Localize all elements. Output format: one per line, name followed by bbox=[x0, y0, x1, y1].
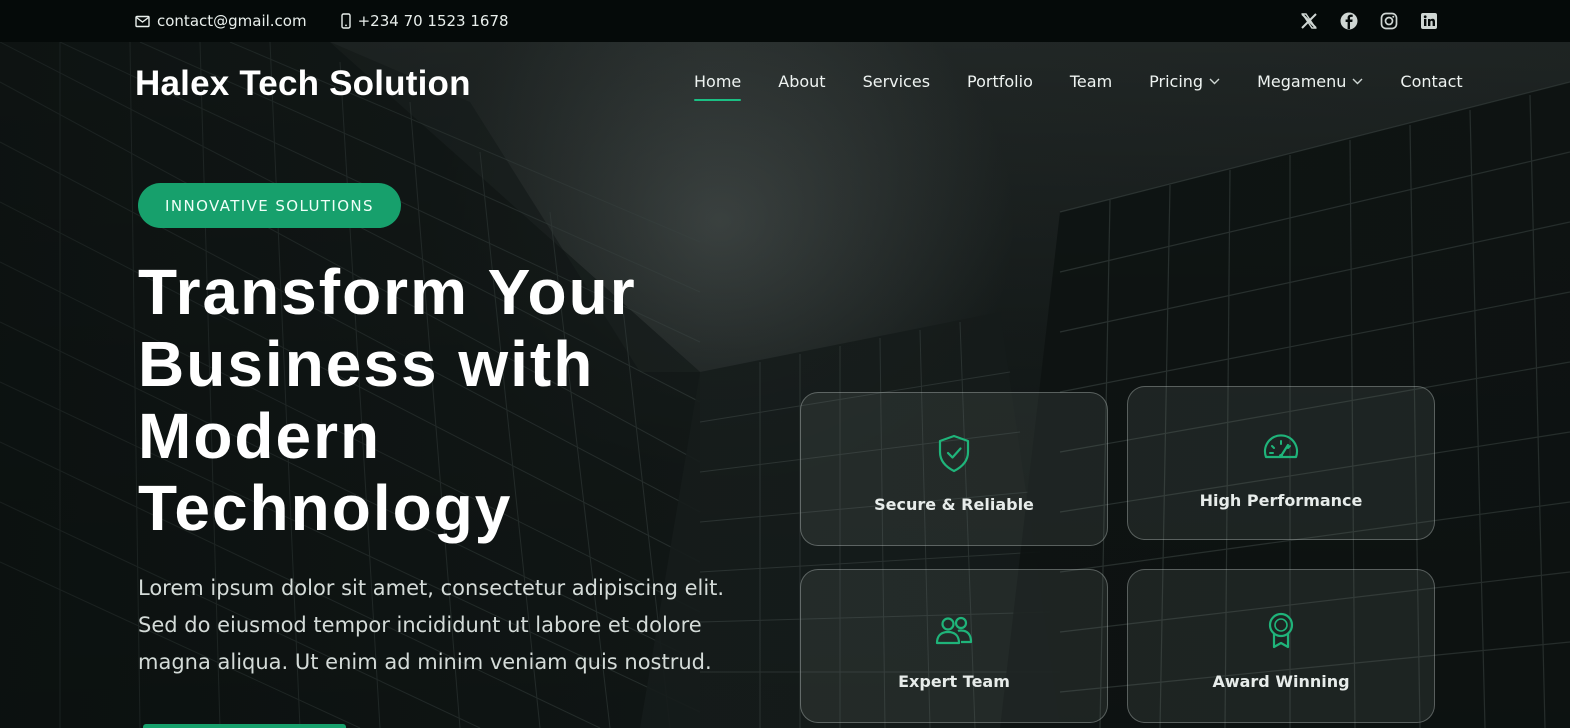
nav-item-about[interactable]: About bbox=[778, 72, 825, 101]
feature-card-secure[interactable]: Secure & Reliable bbox=[800, 392, 1108, 546]
feature-card-award[interactable]: Award Winning bbox=[1127, 569, 1435, 723]
shield-check-icon bbox=[934, 433, 974, 473]
nav-item-services[interactable]: Services bbox=[863, 72, 930, 101]
contact-info: contact@gmail.com +234 70 1523 1678 bbox=[135, 12, 509, 30]
feature-card-team[interactable]: Expert Team bbox=[800, 569, 1108, 723]
top-contact-bar: contact@gmail.com +234 70 1523 1678 bbox=[0, 0, 1570, 42]
phone-contact[interactable]: +234 70 1523 1678 bbox=[340, 12, 509, 30]
feature-title: Award Winning bbox=[1212, 672, 1350, 691]
nav-item-pricing[interactable]: Pricing bbox=[1149, 72, 1220, 101]
social-links bbox=[1300, 12, 1438, 30]
mobile-phone-icon bbox=[340, 13, 351, 29]
hero-description: Lorem ipsum dolor sit amet, consectetur … bbox=[138, 576, 725, 674]
chevron-down-icon bbox=[1209, 75, 1220, 88]
email-contact[interactable]: contact@gmail.com bbox=[135, 12, 307, 30]
people-icon bbox=[934, 610, 974, 650]
chevron-down-icon bbox=[1352, 75, 1363, 88]
main-nav: Home About Services Portfolio Team Prici… bbox=[694, 72, 1463, 101]
phone-text: +234 70 1523 1678 bbox=[357, 12, 509, 30]
feature-card-performance[interactable]: High Performance bbox=[1127, 386, 1435, 540]
feature-title: Expert Team bbox=[898, 672, 1010, 691]
facebook-icon[interactable] bbox=[1340, 12, 1358, 30]
hero-badge: INNOVATIVE SOLUTIONS bbox=[138, 183, 401, 228]
speedometer-icon bbox=[1261, 429, 1301, 469]
x-twitter-icon[interactable] bbox=[1300, 12, 1318, 30]
linkedin-icon[interactable] bbox=[1420, 12, 1438, 30]
nav-item-home[interactable]: Home bbox=[694, 72, 742, 101]
headline-line: Transform Your bbox=[138, 256, 637, 328]
headline-line: Modern bbox=[138, 400, 382, 472]
instagram-icon[interactable] bbox=[1380, 12, 1398, 30]
feature-title: High Performance bbox=[1199, 491, 1363, 510]
email-text: contact@gmail.com bbox=[157, 12, 307, 30]
site-header: Halex Tech Solution Home About Services … bbox=[0, 42, 1570, 126]
headline-line: Business with bbox=[138, 328, 595, 400]
nav-item-megamenu[interactable]: Megamenu bbox=[1257, 72, 1363, 101]
envelope-icon bbox=[135, 15, 150, 28]
nav-item-contact[interactable]: Contact bbox=[1400, 72, 1462, 101]
nav-item-portfolio[interactable]: Portfolio bbox=[967, 72, 1033, 101]
headline-line: Technology bbox=[138, 472, 513, 544]
cta-button[interactable] bbox=[143, 724, 346, 728]
hero-headline: Transform Your Business with Modern Tech… bbox=[138, 256, 758, 544]
nav-item-team[interactable]: Team bbox=[1070, 72, 1112, 101]
award-ribbon-icon bbox=[1261, 610, 1301, 650]
site-logo[interactable]: Halex Tech Solution bbox=[135, 64, 471, 104]
feature-title: Secure & Reliable bbox=[874, 495, 1034, 514]
